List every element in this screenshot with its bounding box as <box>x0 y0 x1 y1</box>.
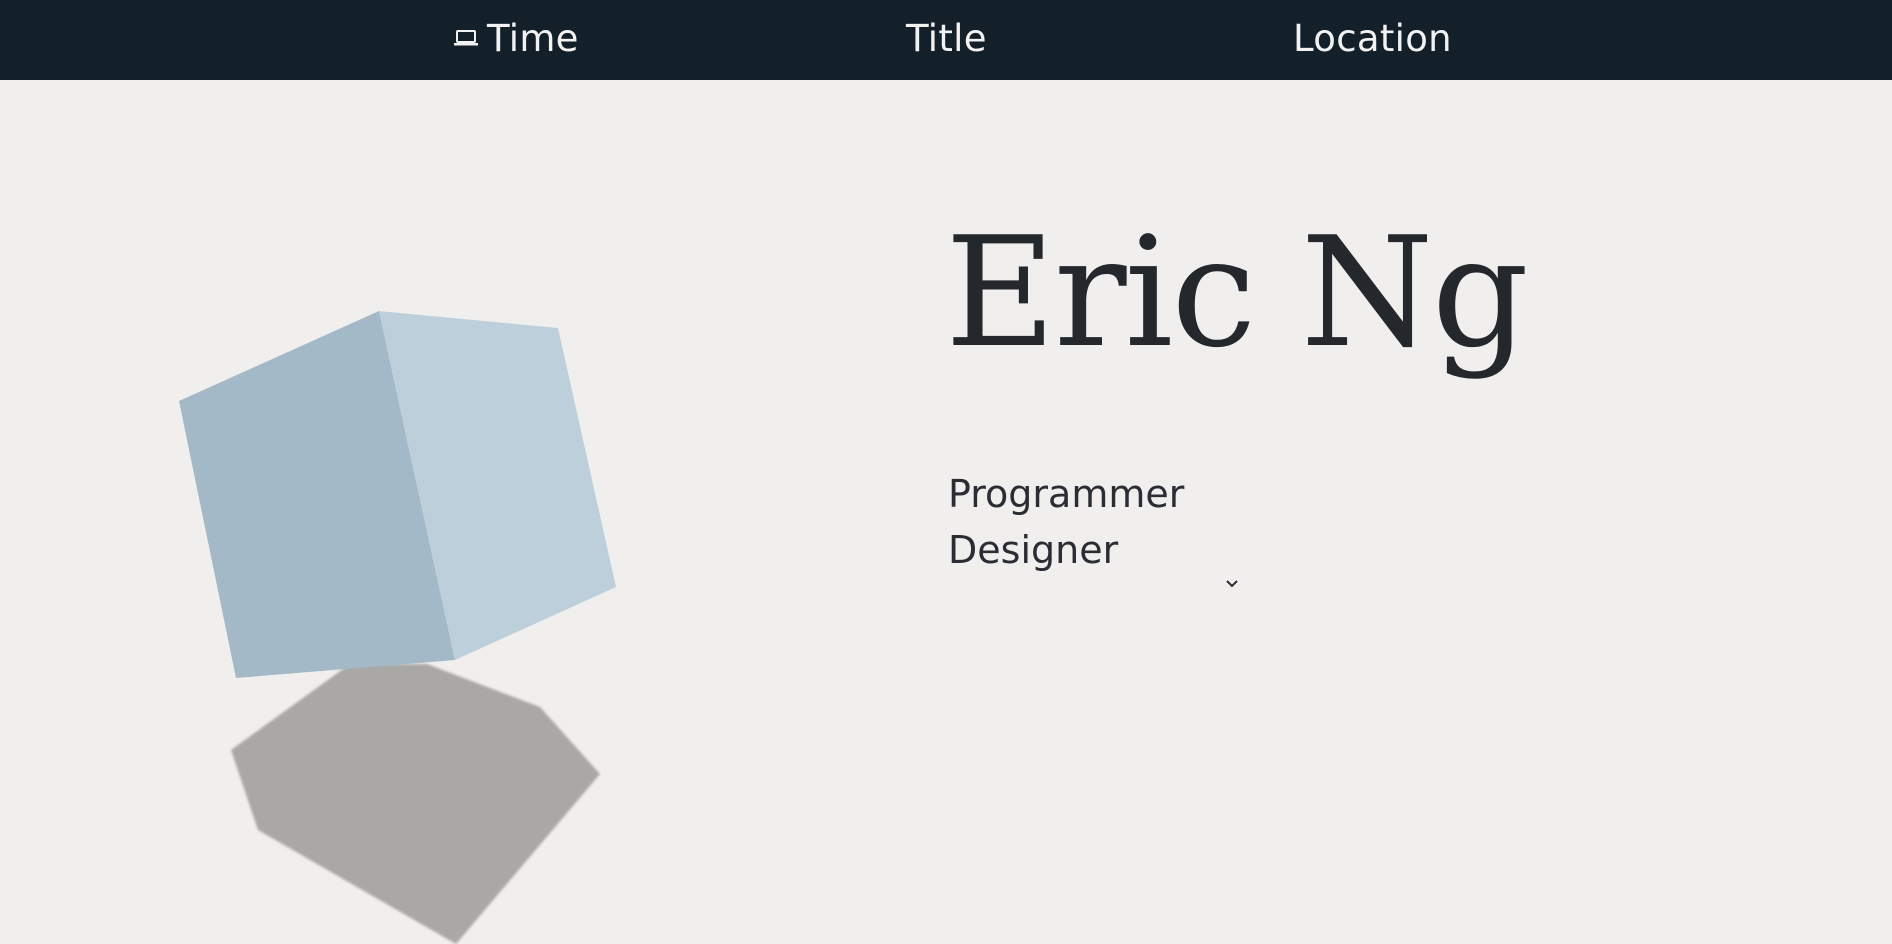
laptop-icon <box>454 29 478 45</box>
chevron-down-icon[interactable] <box>1224 578 1240 590</box>
nav-item-title[interactable]: Title <box>906 0 987 80</box>
nav-item-location[interactable]: Location <box>1293 0 1452 80</box>
role-programmer: Programmer <box>948 472 1185 516</box>
role-designer: Designer <box>948 528 1119 572</box>
roles-list: Programmer Designer <box>948 466 1184 578</box>
nav-item-location-label: Location <box>1293 17 1452 60</box>
hero-name-heading: Eric Ng <box>945 204 1529 381</box>
nav-item-time-label: Time <box>487 17 579 60</box>
top-navigation-bar: Time Title Location <box>0 0 1892 80</box>
cube-shadow <box>231 664 600 944</box>
nav-item-title-label: Title <box>906 17 987 60</box>
nav-item-time[interactable]: Time <box>453 0 579 80</box>
